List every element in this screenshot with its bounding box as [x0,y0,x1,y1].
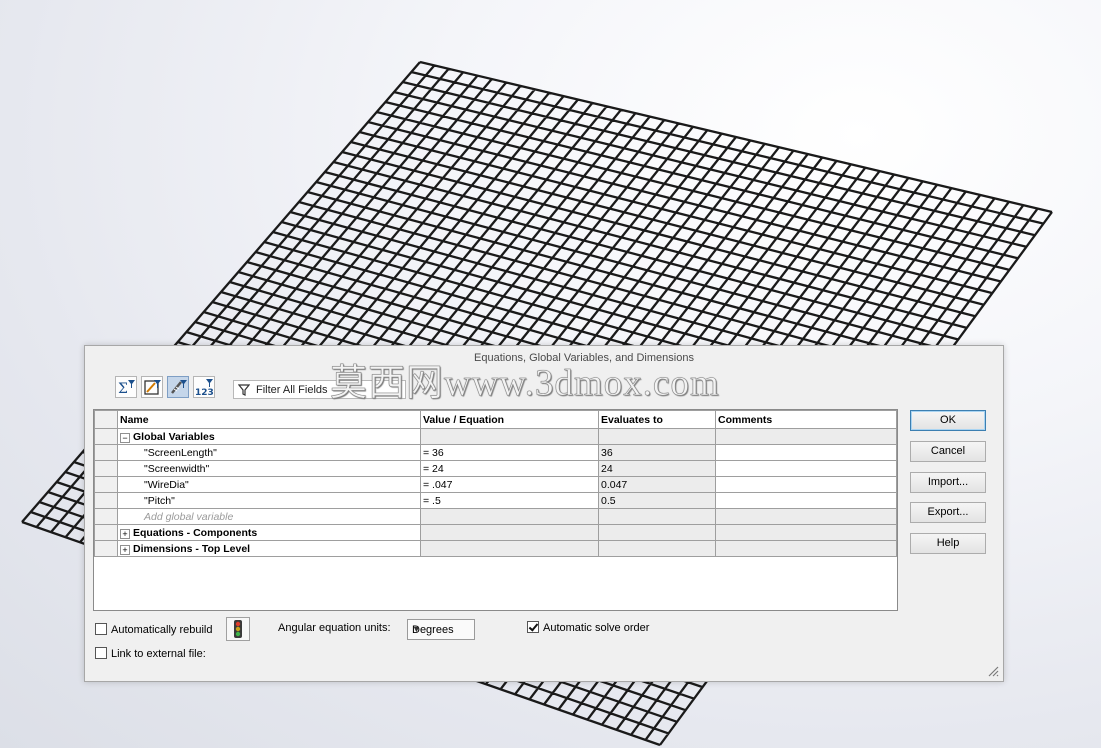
group-value-cell [420,540,599,557]
evaluates-to-cell: 0.5 [598,492,716,509]
collapse-icon[interactable]: − [120,432,130,443]
dimension-view-icon [171,380,187,394]
cancel-button[interactable]: Cancel [910,441,986,462]
table-row[interactable]: "Pitch" = .5 0.5 [94,492,897,509]
chevron-down-icon: ▼ [412,624,421,634]
row-header [94,460,118,477]
comments-cell[interactable] [715,460,897,477]
expand-icon[interactable]: + [120,528,130,539]
dialog-title: Equations, Global Variables, and Dimensi… [474,352,694,364]
column-header-value[interactable]: Value / Equation [420,410,599,429]
automatic-solve-order-label: Automatic solve order [543,622,650,634]
group-label[interactable]: − Global Variables [117,428,421,445]
evaluates-to-cell: 36 [598,444,716,461]
link-external-file-checkbox[interactable] [95,647,107,659]
group-eval-cell [598,428,716,445]
group-value-cell [420,524,599,541]
resize-grip-icon[interactable] [987,665,999,677]
variable-name-cell[interactable]: "ScreenLength" [117,444,421,461]
add-global-variable-cell[interactable]: Add global variable [117,508,421,525]
column-header-comments[interactable]: Comments [715,410,897,429]
row-header [94,444,118,461]
svg-text:Σ: Σ [118,381,128,397]
import-button[interactable]: Import... [910,472,986,493]
group-row-equations-components[interactable]: + Equations - Components [94,524,897,541]
ok-button[interactable]: OK [910,410,986,431]
evaluates-to-cell: 24 [598,460,716,477]
link-external-file-label: Link to external file: [111,648,206,660]
group-title: Equations - Components [133,526,258,539]
angular-units-select[interactable]: Degrees ▼ [407,619,475,640]
column-header-name[interactable]: Name [117,410,421,429]
filter-placeholder: Filter All Fields [256,384,328,396]
automatic-solve-order-checkbox[interactable] [527,621,539,633]
variable-name-cell[interactable]: "Screenwidth" [117,460,421,477]
row-header [94,508,118,525]
svg-text:123: 123 [195,388,214,397]
equation-view-button[interactable]: Σ [115,376,137,398]
row-header [94,540,118,557]
traffic-light-icon [234,620,242,638]
value-equation-cell[interactable]: = .5 [420,492,599,509]
table-row[interactable]: "WireDia" = .047 0.047 [94,476,897,493]
automatically-rebuild-label: Automatically rebuild [111,624,213,636]
comments-cell[interactable] [715,476,897,493]
value-equation-cell[interactable]: = 36 [420,444,599,461]
row-header [94,492,118,509]
value-equation-cell[interactable]: = 24 [420,460,599,477]
automatically-rebuild-checkbox[interactable] [95,623,107,635]
group-eval-cell [598,540,716,557]
column-header-evaluates[interactable]: Evaluates to [598,410,716,429]
equation-view-icon: Σ [118,380,135,397]
row-header-corner [94,410,118,429]
equations-table: Name Value / Equation Evaluates to Comme… [93,409,898,611]
comments-cell[interactable] [715,444,897,461]
evaluates-to-cell: 0.047 [598,476,716,493]
group-comment-cell [715,540,897,557]
group-label[interactable]: + Dimensions - Top Level [117,540,421,557]
add-value-cell [420,508,599,525]
ordered-view-button[interactable]: 123 [193,376,215,398]
expand-icon[interactable]: + [120,544,130,555]
group-row-global-variables[interactable]: − Global Variables [94,428,897,445]
group-value-cell [420,428,599,445]
sketch-equation-view-button[interactable] [141,376,163,398]
group-label[interactable]: + Equations - Components [117,524,421,541]
row-header [94,428,118,445]
add-eval-cell [598,508,716,525]
funnel-icon [238,384,250,396]
table-row[interactable]: "ScreenLength" = 36 36 [94,444,897,461]
help-button[interactable]: Help [910,533,986,554]
variable-name-cell[interactable]: "WireDia" [117,476,421,493]
angular-units-label: Angular equation units: [278,622,391,634]
group-title: Dimensions - Top Level [133,542,251,555]
variable-name-cell[interactable]: "Pitch" [117,492,421,509]
equations-dialog: Equations, Global Variables, and Dimensi… [84,345,1004,682]
ordered-view-icon: 123 [195,379,214,398]
value-equation-cell[interactable]: = .047 [420,476,599,493]
sketch-equation-view-icon [144,380,161,395]
group-row-dimensions-top-level[interactable]: + Dimensions - Top Level [94,540,897,557]
group-title: Global Variables [133,430,215,443]
row-header [94,476,118,493]
comments-cell[interactable] [715,492,897,509]
group-eval-cell [598,524,716,541]
table-header-row: Name Value / Equation Evaluates to Comme… [94,410,897,429]
filter-all-fields-input[interactable]: Filter All Fields [233,380,406,399]
group-comment-cell [715,428,897,445]
add-variable-row[interactable]: Add global variable [94,508,897,525]
dimension-view-button[interactable] [167,376,189,398]
export-button[interactable]: Export... [910,502,986,523]
rebuild-now-button[interactable] [226,617,250,641]
row-header [94,524,118,541]
add-comment-cell [715,508,897,525]
table-row[interactable]: "Screenwidth" = 24 24 [94,460,897,477]
group-comment-cell [715,524,897,541]
